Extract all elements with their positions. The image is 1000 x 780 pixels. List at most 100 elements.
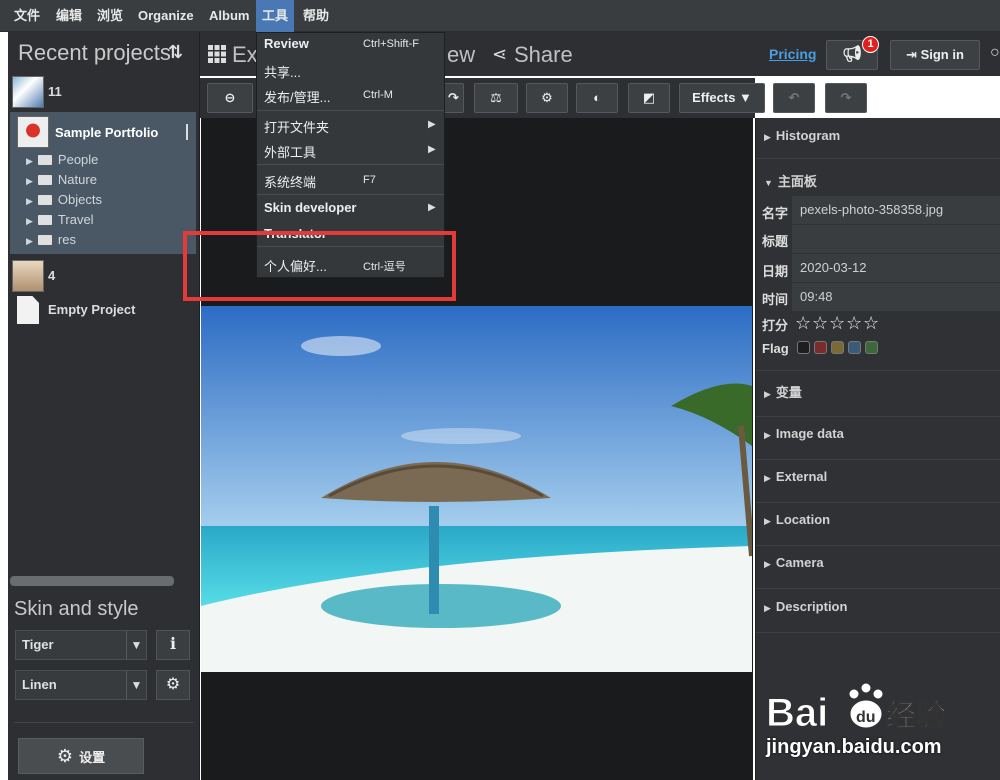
- collapse-icon: ▼: [764, 178, 773, 188]
- menu-separator: [257, 164, 444, 165]
- flag-yellow[interactable]: [831, 341, 844, 354]
- name-field[interactable]: pexels-photo-358358.jpg: [792, 196, 1000, 224]
- star-icon[interactable]: ☆: [829, 313, 845, 334]
- menu-edit[interactable]: 编辑: [50, 0, 88, 32]
- shortcut-label: Ctrl-M: [363, 89, 393, 101]
- project-sample-portfolio[interactable]: Sample Portfolio: [55, 125, 185, 140]
- menu-item-share[interactable]: 共享...: [264, 62, 301, 81]
- expand-icon: ▶: [764, 559, 771, 569]
- shortcut-label: Ctrl+Shift-F: [363, 38, 419, 50]
- folder-icon: [37, 195, 52, 205]
- date-field[interactable]: 2020-03-12: [792, 254, 1000, 282]
- folder-label: Travel: [57, 212, 94, 227]
- menu-tools[interactable]: 工具: [256, 0, 295, 32]
- adjust-button[interactable]: ⚙: [526, 83, 568, 113]
- menu-item-terminal[interactable]: 系统终端: [264, 172, 316, 191]
- info-icon: ℹ: [169, 636, 177, 653]
- flag-blue[interactable]: [848, 341, 861, 354]
- menu-item-external-tools[interactable]: 外部工具: [264, 142, 316, 161]
- tab-view[interactable]: ew: [447, 42, 475, 68]
- info-button[interactable]: ℹ: [156, 630, 190, 660]
- section-variables[interactable]: ▶ 变量: [756, 382, 1000, 401]
- menu-item-open-folder[interactable]: 打开文件夹: [264, 117, 329, 136]
- skin-select[interactable]: Tiger ▼: [15, 630, 147, 660]
- redo-button[interactable]: ↷: [825, 83, 867, 113]
- star-icon[interactable]: ☆: [795, 313, 811, 334]
- gear-icon: ⚙: [165, 676, 181, 693]
- folder-people[interactable]: ▶ People: [26, 150, 98, 170]
- style-select[interactable]: Linen ▼: [15, 670, 147, 700]
- section-label: 主面板: [777, 174, 817, 189]
- menu-organize[interactable]: Organize: [132, 0, 200, 32]
- tab-explore[interactable]: Ex: [232, 42, 258, 68]
- folder-nature[interactable]: ▶ Nature: [26, 170, 97, 190]
- star-icon[interactable]: ☆: [812, 313, 828, 334]
- search-icon[interactable]: ○: [990, 44, 1000, 62]
- expand-icon: ▶: [764, 389, 771, 399]
- tab-share[interactable]: Share: [514, 42, 573, 68]
- star-icon[interactable]: ☆: [846, 313, 862, 334]
- folder-objects[interactable]: ▶ Objects: [26, 190, 102, 210]
- project-empty[interactable]: Empty Project: [48, 302, 188, 317]
- style-settings-button[interactable]: ⚙: [156, 670, 190, 700]
- divider: [756, 502, 1000, 503]
- submenu-arrow-icon: ▶: [428, 119, 436, 130]
- sign-in-button[interactable]: ⇥ Sign in: [890, 40, 980, 70]
- star-icon[interactable]: ☆: [863, 313, 879, 334]
- folder-res[interactable]: ▶ res: [26, 230, 76, 250]
- expand-icon: ▶: [764, 430, 771, 440]
- share-icon: ⋖: [492, 44, 508, 64]
- section-camera[interactable]: ▶ Camera: [756, 555, 1000, 570]
- exposure-button[interactable]: ◩: [628, 83, 670, 113]
- menu-album[interactable]: Album: [203, 0, 255, 32]
- straighten-button[interactable]: ⚖: [474, 83, 518, 113]
- svg-text:du: du: [856, 709, 876, 726]
- undo-button[interactable]: ↶: [773, 83, 815, 113]
- settings-button[interactable]: ⚙ 设置: [18, 738, 144, 774]
- notification-badge: 1: [862, 36, 879, 53]
- section-external[interactable]: ▶ External: [756, 469, 1000, 484]
- menu-file[interactable]: 文件: [8, 0, 46, 32]
- menu-browse[interactable]: 浏览: [91, 0, 129, 32]
- undo-icon: ↶: [788, 90, 800, 105]
- title-field[interactable]: [792, 225, 1000, 253]
- folder-icon: [37, 235, 52, 245]
- project-11[interactable]: 11: [48, 84, 188, 99]
- horizontal-scrollbar[interactable]: [10, 576, 174, 586]
- section-description[interactable]: ▶ Description: [756, 599, 1000, 614]
- rotate-button[interactable]: ↷: [444, 83, 464, 113]
- watermark-url: jingyan.baidu.com: [766, 736, 942, 758]
- pricing-link[interactable]: Pricing: [769, 46, 816, 62]
- menu-item-publish[interactable]: 发布/管理...: [264, 87, 330, 106]
- expand-icon: ▶: [764, 132, 771, 142]
- divider: [14, 722, 194, 723]
- menu-item-review[interactable]: Review: [264, 36, 309, 51]
- menu-item-skin-developer[interactable]: Skin developer: [264, 200, 356, 215]
- divider: [756, 158, 1000, 159]
- section-histogram[interactable]: ▶ Histogram: [756, 128, 1000, 143]
- time-field[interactable]: 09:48: [792, 283, 1000, 311]
- expand-icon: ▶: [764, 473, 771, 483]
- contrast-button[interactable]: ◐: [576, 83, 618, 113]
- expand-icon: ▶: [26, 236, 33, 246]
- effects-button[interactable]: Effects ▼: [679, 83, 765, 113]
- flag-red[interactable]: [814, 341, 827, 354]
- project-thumbnail: [12, 76, 44, 108]
- section-image-data[interactable]: ▶ Image data: [756, 426, 1000, 441]
- folder-travel[interactable]: ▶ Travel: [26, 210, 94, 230]
- divider: [756, 416, 1000, 417]
- menu-help[interactable]: 帮助: [297, 0, 335, 32]
- rating-label: 打分: [762, 318, 789, 333]
- project-4[interactable]: 4: [48, 268, 188, 283]
- section-main-panel[interactable]: ▼ 主面板: [756, 171, 1000, 190]
- flag-green[interactable]: [865, 341, 878, 354]
- beach-photo: [201, 306, 752, 672]
- project-thumbnail: [17, 116, 49, 148]
- section-location[interactable]: ▶ Location: [756, 512, 1000, 527]
- flag-none[interactable]: [797, 341, 810, 354]
- divider: [756, 545, 1000, 546]
- folder-label: People: [57, 152, 99, 167]
- sort-icon[interactable]: ⇅: [168, 42, 183, 63]
- sign-in-icon: ⇥: [906, 47, 921, 62]
- zoom-out-button[interactable]: ⊖: [207, 83, 253, 113]
